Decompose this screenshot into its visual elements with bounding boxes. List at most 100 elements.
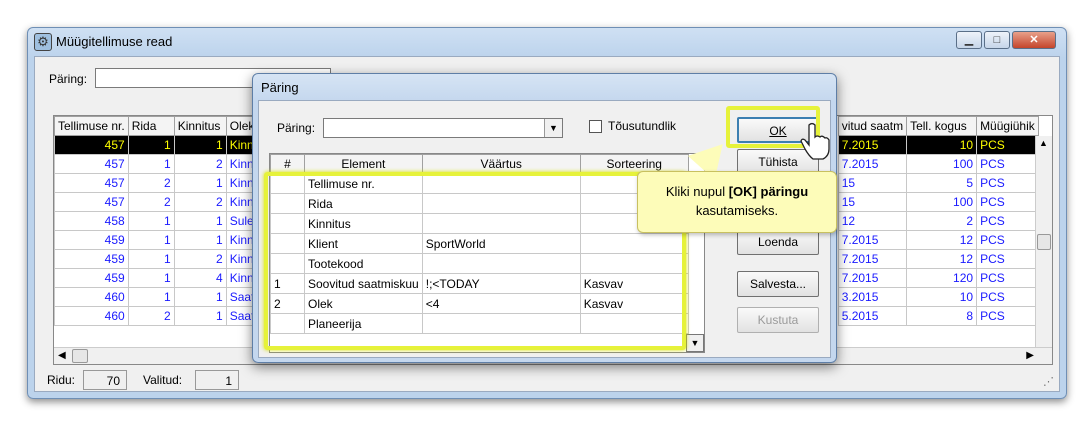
dialog-query-label: Päring: (277, 121, 316, 135)
save-button[interactable]: Salvesta... (737, 271, 819, 297)
cell-unit: PCS (976, 135, 1039, 155)
cell-conf: 1 (173, 306, 227, 326)
col-header-line[interactable]: Rida (127, 116, 175, 136)
cell-qty: 8 (906, 306, 978, 326)
selected-count-label: Valitud: (143, 373, 183, 387)
cell-date: 7.2015 (837, 230, 908, 250)
scroll-right-icon[interactable]: ▶ (1026, 350, 1034, 361)
cell-line: 2 (127, 192, 175, 212)
cell-order: 457 (54, 154, 129, 174)
cell-order: 457 (54, 192, 129, 212)
close-button[interactable]: ✕ (1012, 31, 1056, 49)
cell-line: 1 (127, 154, 175, 174)
cell-qty: 100 (906, 192, 978, 212)
tooltip-bold-ok: OK (733, 184, 753, 199)
tooltip-bold-query: päringu (756, 184, 809, 199)
cell-date: 5.2015 (837, 306, 908, 326)
col-header-unit[interactable]: Müügiühik (976, 116, 1039, 136)
cell-qty: 100 (906, 154, 978, 174)
rows-count-value: 70 (83, 370, 127, 390)
cell-date: 12 (837, 211, 908, 231)
ascending-label: Tõusutundlik (608, 119, 677, 133)
cell-order: 460 (54, 287, 129, 307)
cell-line: 1 (127, 211, 175, 231)
cell-date: 3.2015 (837, 287, 908, 307)
scroll-up-icon[interactable]: ▲ (1039, 138, 1048, 148)
cell-conf: 1 (173, 173, 227, 193)
cell-line: 1 (127, 287, 175, 307)
cell-line: 1 (127, 268, 175, 288)
cell-date: 7.2015 (837, 268, 908, 288)
cell-line: 1 (127, 230, 175, 250)
window-title: Müügitellimuse read (56, 34, 173, 49)
delete-button: Kustuta (737, 307, 819, 333)
chevron-down-icon[interactable]: ▼ (544, 119, 562, 137)
grid-dropdown-icon[interactable]: ▼ (686, 334, 704, 352)
cell-qty: 5 (906, 173, 978, 193)
cell-order: 460 (54, 306, 129, 326)
col-header-requested-date[interactable]: vitud saatm (837, 116, 908, 136)
cell-qty: 120 (906, 268, 978, 288)
cell-qty: 10 (906, 287, 978, 307)
cell-order: 459 (54, 249, 129, 269)
ascending-checkbox[interactable] (589, 120, 602, 133)
cell-line: 1 (127, 249, 175, 269)
cell-conf: 1 (173, 135, 227, 155)
hscroll-thumb[interactable] (72, 349, 88, 363)
query-label: Päring: (49, 72, 88, 86)
cell-unit: PCS (976, 249, 1039, 269)
cell-unit: PCS (976, 287, 1039, 307)
cell-conf: 1 (173, 211, 227, 231)
instruction-tooltip: Kliki nupul [OK] päringu kasutamiseks. (637, 171, 837, 233)
cell-conf: 2 (173, 192, 227, 212)
cell-date: 7.2015 (837, 154, 908, 174)
cell-date: 7.2015 (837, 135, 908, 155)
dialog-title: Päring (261, 80, 299, 95)
cell-unit: PCS (976, 268, 1039, 288)
cell-unit: PCS (976, 154, 1039, 174)
scroll-thumb[interactable] (1037, 234, 1051, 250)
cell-order: 457 (54, 173, 129, 193)
tooltip-text-pre: Kliki nupul (665, 184, 729, 199)
vertical-scrollbar[interactable]: ▲ ▼ (1035, 136, 1052, 364)
cell-line: 2 (127, 306, 175, 326)
query-grid-highlight (264, 172, 686, 350)
cell-conf: 1 (173, 287, 227, 307)
col-header-order[interactable]: Tellimuse nr. (54, 116, 129, 136)
cell-qty: 2 (906, 211, 978, 231)
col-header-confirmation[interactable]: Kinnitus (173, 116, 227, 136)
cell-unit: PCS (976, 211, 1039, 231)
rows-count-label: Ridu: (47, 373, 76, 387)
cell-unit: PCS (976, 306, 1039, 326)
tooltip-text-line2: kasutamiseks. (695, 203, 779, 218)
cell-qty: 12 (906, 249, 978, 269)
col-header-number: # (270, 154, 305, 174)
col-header-quantity[interactable]: Tell. kogus (906, 116, 978, 136)
cell-unit: PCS (976, 173, 1039, 193)
cell-order: 459 (54, 268, 129, 288)
cell-line: 1 (127, 135, 175, 155)
title-bar[interactable]: ⚙ Müügitellimuse read ▁ □ ✕ (28, 28, 1066, 56)
scroll-left-icon[interactable]: ◀ (58, 350, 66, 361)
selected-count-value: 1 (195, 370, 239, 390)
col-header-value: Väärtus (421, 154, 581, 174)
cell-qty: 10 (906, 135, 978, 155)
query-header-row: # Element Väärtus Sorteering (270, 154, 689, 174)
cell-line: 2 (127, 173, 175, 193)
col-header-element: Element (304, 154, 423, 174)
cell-date: 7.2015 (837, 249, 908, 269)
resize-grip-icon[interactable]: ⋰ (1043, 375, 1054, 388)
cell-order: 459 (54, 230, 129, 250)
cell-date: 15 (837, 192, 908, 212)
maximize-button[interactable]: □ (984, 31, 1010, 49)
cell-conf: 2 (173, 154, 227, 174)
app-icon: ⚙ (34, 33, 52, 51)
cell-order: 458 (54, 211, 129, 231)
cell-qty: 12 (906, 230, 978, 250)
dialog-query-select[interactable]: ▼ (323, 118, 563, 138)
minimize-button[interactable]: ▁ (956, 31, 982, 49)
cell-conf: 2 (173, 249, 227, 269)
cell-date: 15 (837, 173, 908, 193)
cell-order: 457 (54, 135, 129, 155)
cell-unit: PCS (976, 230, 1039, 250)
